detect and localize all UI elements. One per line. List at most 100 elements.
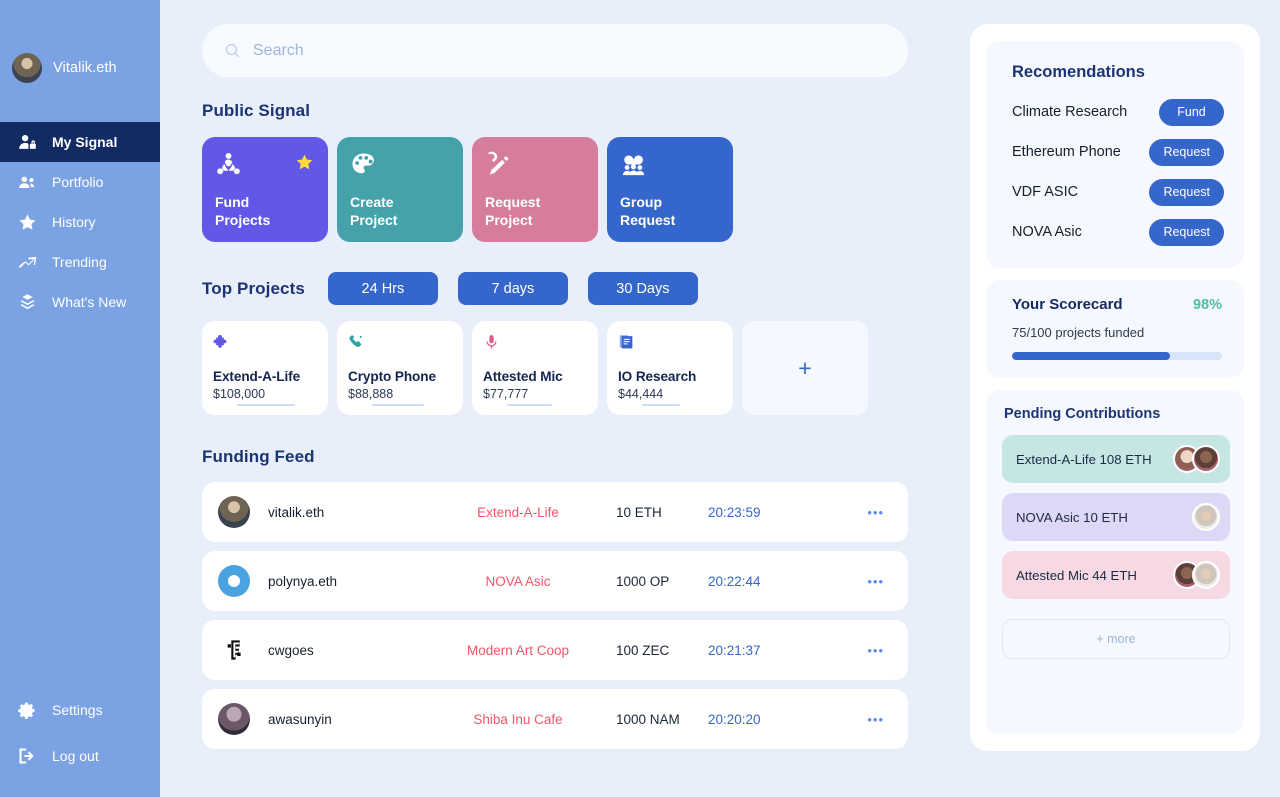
sidebar-item-history[interactable]: History [0,202,160,242]
list-item[interactable]: Extend-A-Life 108 ETH [1002,435,1230,483]
feed-time: 20:20:20 [708,712,818,727]
right-panel-inner: Recomendations Climate Research Fund Eth… [970,24,1260,751]
sidebar-item-my-signal[interactable]: My Signal [0,122,160,162]
list-item[interactable]: Attested Mic 44 ETH [1002,551,1230,599]
row-menu-icon[interactable]: ••• [867,574,884,589]
recommendation-name: Climate Research [1012,104,1159,120]
microphone-icon [483,338,500,355]
sidebar-item-label: Trending [52,254,107,270]
filter-30days[interactable]: 30 Days [588,272,698,305]
table-row[interactable]: vitalik.eth Extend-A-Life 10 ETH 20:23:5… [202,482,908,542]
logout-icon [16,746,38,766]
sidebar-item-logout[interactable]: Log out [0,733,160,779]
funding-feed-list: vitalik.eth Extend-A-Life 10 ETH 20:23:5… [202,482,970,749]
project-name: Extend-A-Life [213,369,328,384]
scorecard-progress-track [1012,352,1222,360]
search-placeholder: Search [253,42,304,60]
request-button[interactable]: Request [1149,219,1224,246]
funding-feed-heading: Funding Feed [202,447,970,467]
search-icon [224,42,241,59]
feed-project[interactable]: NOVA Asic [438,574,598,589]
pending-list: Extend-A-Life 108 ETH NOVA Asic 10 ETH [1002,435,1230,659]
avatar-stack [1173,445,1220,473]
sidebar-item-settings[interactable]: Settings [0,687,160,733]
user-lock-icon [16,132,38,152]
feed-amount: 1000 NAM [598,712,708,727]
avatar [218,634,250,666]
feed-project[interactable]: Extend-A-Life [438,505,598,520]
feed-project[interactable]: Shiba Inu Cafe [438,712,598,727]
section-title: Funding Feed [202,447,315,466]
main-content: Search Public Signal Fund Projects Creat… [160,0,970,797]
request-button[interactable]: Request [1149,139,1224,166]
filter-24hrs[interactable]: 24 Hrs [328,272,438,305]
feed-amount: 100 ZEC [598,643,708,658]
scorecard-progress-fill [1012,352,1170,360]
sidebar-item-label: Log out [52,748,99,764]
project-card[interactable]: IO Research $44,444 [607,321,733,415]
request-button[interactable]: Request [1149,179,1224,206]
project-amount: $77,777 [483,387,598,401]
avatar [1192,445,1220,473]
profile-name: Vitalik.eth [53,60,117,76]
request-project-card[interactable]: Request Project [472,137,598,242]
avatar [1192,503,1220,531]
feed-user: awasunyin [268,712,438,727]
add-project-button[interactable]: + [742,321,868,415]
list-item: Climate Research Fund [1012,96,1224,128]
sidebar-item-label: My Signal [52,134,117,150]
right-panel: Recomendations Climate Research Fund Eth… [970,0,1280,797]
project-card[interactable]: Crypto Phone $88,888 [337,321,463,415]
list-item[interactable]: NOVA Asic 10 ETH [1002,493,1230,541]
project-card[interactable]: Attested Mic $77,777 [472,321,598,415]
fund-button[interactable]: Fund [1159,99,1224,126]
row-menu-icon[interactable]: ••• [867,643,884,658]
feed-amount: 10 ETH [598,505,708,520]
card-label: Request Project [485,194,540,229]
scorecard-title: Your Scorecard [1012,296,1193,313]
star-icon [16,212,38,232]
avatar [218,496,250,528]
network-people-icon [215,165,242,182]
recommendation-name: Ethereum Phone [1012,144,1149,160]
feed-time: 20:21:37 [708,643,818,658]
sidebar-nav: My Signal Portfolio History Trending [0,122,160,322]
create-project-card[interactable]: Create Project [337,137,463,242]
recommendations-card: Recomendations Climate Research Fund Eth… [986,41,1244,268]
trending-up-icon [16,252,38,272]
pending-contributions-card: Pending Contributions Extend-A-Life 108 … [986,390,1244,734]
sidebar-item-portfolio[interactable]: Portfolio [0,162,160,202]
scorecard-header: Your Scorecard 98% [1012,296,1222,313]
puzzle-icon [213,338,230,355]
public-signal-heading: Public Signal [202,101,970,121]
pending-label: Extend-A-Life 108 ETH [1016,452,1173,467]
row-menu-icon[interactable]: ••• [867,505,884,520]
more-button[interactable]: + more [1002,619,1230,659]
table-row[interactable]: awasunyin Shiba Inu Cafe 1000 NAM 20:20:… [202,689,908,749]
section-title: Top Projects [202,279,305,299]
avatar [218,565,250,597]
sidebar-item-label: Portfolio [52,174,103,190]
project-name: Attested Mic [483,369,598,384]
avatar [218,703,250,735]
search-input[interactable]: Search [202,24,908,77]
fund-projects-card[interactable]: Fund Projects [202,137,328,242]
pencil-edit-icon [485,165,512,182]
gear-icon [16,700,38,720]
group-request-card[interactable]: Group Request [607,137,733,242]
sidebar-item-label: Settings [52,702,103,718]
table-row[interactable]: polynya.eth NOVA Asic 1000 OP 20:22:44 •… [202,551,908,611]
feed-project[interactable]: Modern Art Coop [438,643,598,658]
sidebar-bottom-nav: Settings Log out [0,687,160,779]
project-card[interactable]: Extend-A-Life $108,000 [202,321,328,415]
pending-label: NOVA Asic 10 ETH [1016,510,1192,525]
row-menu-icon[interactable]: ••• [867,712,884,727]
avatar [12,53,42,83]
sidebar-item-trending[interactable]: Trending [0,242,160,282]
filter-7days[interactable]: 7 days [458,272,568,305]
scorecard-subtitle: 75/100 projects funded [1012,325,1222,340]
sidebar-profile[interactable]: Vitalik.eth [0,0,160,100]
project-amount: $44,444 [618,387,733,401]
sidebar-item-whats-new[interactable]: What's New [0,282,160,322]
table-row[interactable]: cwgoes Modern Art Coop 100 ZEC 20:21:37 … [202,620,908,680]
